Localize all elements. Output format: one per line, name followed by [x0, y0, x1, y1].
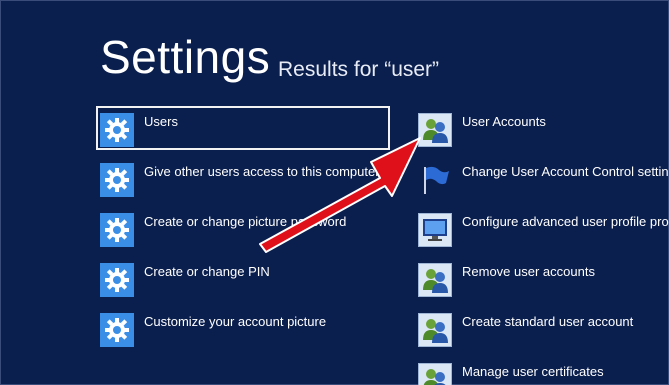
result-label: Customize your account picture [144, 314, 327, 329]
result-label: Create or change picture password [144, 214, 347, 229]
gear-icon [100, 113, 134, 147]
result-user-certificates[interactable]: Manage user certificates [418, 360, 669, 385]
result-label: Create standard user account [462, 314, 634, 329]
result-advanced-profile[interactable]: Configure advanced user profile properti… [418, 210, 669, 254]
result-create-standard[interactable]: Create standard user account [418, 310, 669, 354]
result-remove-accounts[interactable]: Remove user accounts [418, 260, 669, 304]
user-accounts-icon [418, 113, 452, 147]
result-users[interactable]: Users [96, 106, 390, 150]
result-pin[interactable]: Create or change PIN [100, 260, 390, 304]
page-title: Settings [100, 31, 271, 83]
result-label: Create or change PIN [144, 264, 270, 279]
user-accounts-icon [418, 263, 452, 297]
result-label: Give other users access to this computer [144, 164, 380, 179]
result-label: Change User Account Control settings [462, 164, 669, 179]
result-label: Manage user certificates [462, 364, 604, 379]
user-accounts-icon [418, 363, 452, 385]
result-give-access[interactable]: Give other users access to this computer [100, 160, 390, 204]
result-user-accounts[interactable]: User Accounts [418, 110, 669, 154]
result-label: Users [144, 114, 178, 129]
result-label: Configure advanced user profile properti… [462, 214, 669, 229]
gear-icon [100, 313, 134, 347]
result-account-picture[interactable]: Customize your account picture [100, 310, 390, 354]
user-accounts-icon [418, 313, 452, 347]
search-results-subtitle: Results for “user” [278, 58, 440, 81]
gear-icon [100, 263, 134, 297]
monitor-icon [418, 213, 452, 247]
uac-flag-icon [418, 163, 452, 197]
result-label: User Accounts [462, 114, 546, 129]
result-uac-settings[interactable]: Change User Account Control settings [418, 160, 669, 204]
gear-icon [100, 213, 134, 247]
result-label: Remove user accounts [462, 264, 595, 279]
gear-icon [100, 163, 134, 197]
result-picture-password[interactable]: Create or change picture password [100, 210, 390, 254]
